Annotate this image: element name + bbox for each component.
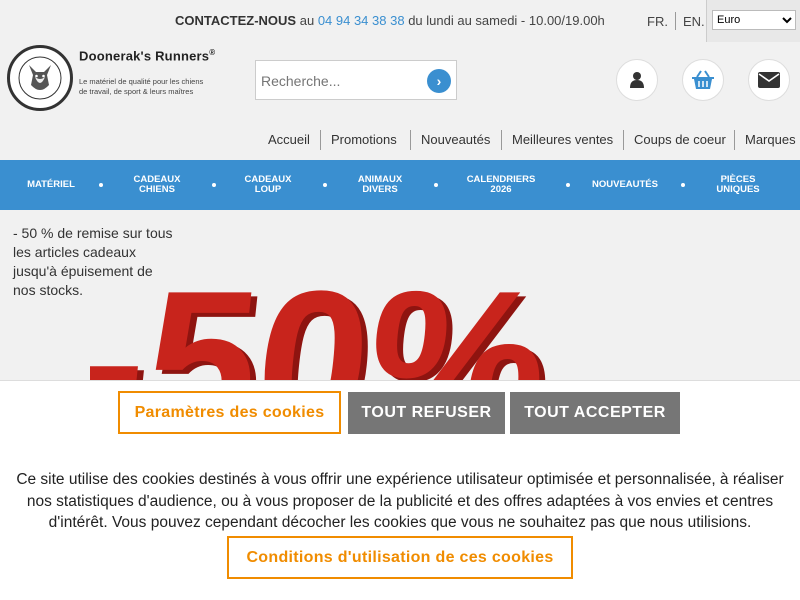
contact-au: au xyxy=(299,13,315,28)
cookie-settings-button[interactable]: Paramètres des cookies xyxy=(118,391,341,434)
account-button[interactable] xyxy=(616,59,658,101)
category-calendriers[interactable]: CALENDRIERS 2026 xyxy=(458,160,544,210)
category-divider xyxy=(566,183,570,187)
cookie-notice-text: Ce site utilise des cookies destinés à v… xyxy=(16,471,784,531)
currency-box: Euro xyxy=(706,0,800,42)
site-logo[interactable]: Doonerak's Runners® Le matériel de quali… xyxy=(7,45,257,111)
nav-promotions[interactable]: Promotions xyxy=(331,132,397,147)
main-nav: Accueil Promotions Nouveautés Meilleures… xyxy=(0,128,800,152)
user-icon xyxy=(630,72,644,88)
nav-accueil[interactable]: Accueil xyxy=(268,132,310,147)
discount-graphic-text: -50% xyxy=(90,265,559,395)
reject-all-button[interactable]: TOUT REFUSER xyxy=(348,392,505,434)
nav-coups-de-coeur[interactable]: Coups de coeur xyxy=(634,132,726,147)
nav-divider xyxy=(734,130,735,150)
discount-50-percent-graphic: -50% -50% xyxy=(90,265,565,395)
promo-banner[interactable]: - 50 % de remise sur tous les articles c… xyxy=(0,210,800,395)
contact-mail-button[interactable] xyxy=(748,59,790,101)
nav-divider xyxy=(501,130,502,150)
search-box: › xyxy=(255,60,457,100)
cart-button[interactable] xyxy=(682,59,724,101)
basket-icon xyxy=(692,70,714,89)
language-switcher: FR. EN. xyxy=(640,10,712,32)
husky-badge-icon xyxy=(7,45,73,111)
category-cadeaux-loup[interactable]: CADEAUX LOUP xyxy=(236,160,300,210)
category-animaux-divers[interactable]: ANIMAUX DIVERS xyxy=(346,160,414,210)
nav-meilleures-ventes[interactable]: Meilleures ventes xyxy=(512,132,613,147)
logo-tagline: Le matériel de qualité pour les chiens d… xyxy=(79,77,204,96)
nav-nouveautes[interactable]: Nouveautés xyxy=(421,132,490,147)
cookie-terms-button[interactable]: Conditions d'utilisation de ces cookies xyxy=(227,536,573,579)
category-divider xyxy=(434,183,438,187)
category-bar: MATÉRIEL CADEAUX CHIENS CADEAUX LOUP ANI… xyxy=(0,160,800,210)
nav-divider xyxy=(320,130,321,150)
category-materiel[interactable]: MATÉRIEL xyxy=(12,160,90,210)
category-divider xyxy=(99,183,103,187)
nav-divider xyxy=(410,130,411,150)
category-pieces-uniques[interactable]: PIÈCES UNIQUES xyxy=(704,160,772,210)
category-divider xyxy=(212,183,216,187)
cookie-banner: Paramètres des cookies TOUT REFUSER TOUT… xyxy=(0,380,800,600)
logo-title: Doonerak's Runners® xyxy=(79,48,216,64)
contact-info: CONTACTEZ-NOUS au 04 94 34 38 38 du lund… xyxy=(175,13,605,28)
category-divider xyxy=(323,183,327,187)
search-go-icon[interactable]: › xyxy=(427,69,451,93)
top-bar: CONTACTEZ-NOUS au 04 94 34 38 38 du lund… xyxy=(0,0,800,42)
phone-link[interactable]: 04 94 34 38 38 xyxy=(318,13,405,28)
envelope-icon xyxy=(758,72,780,88)
category-cadeaux-chiens[interactable]: CADEAUX CHIENS xyxy=(122,160,192,210)
nav-divider xyxy=(623,130,624,150)
category-nouveautes[interactable]: NOUVEAUTÉS xyxy=(582,160,668,210)
opening-hours: du lundi au samedi - 10.00/19.00h xyxy=(408,13,605,28)
currency-select[interactable]: Euro xyxy=(712,10,796,30)
lang-fr[interactable]: FR. xyxy=(640,14,675,29)
accept-all-button[interactable]: TOUT ACCEPTER xyxy=(510,392,680,434)
nav-marques[interactable]: Marques xyxy=(745,132,796,147)
contact-label[interactable]: CONTACTEZ-NOUS xyxy=(175,13,296,28)
category-divider xyxy=(681,183,685,187)
search-input[interactable] xyxy=(261,71,416,91)
